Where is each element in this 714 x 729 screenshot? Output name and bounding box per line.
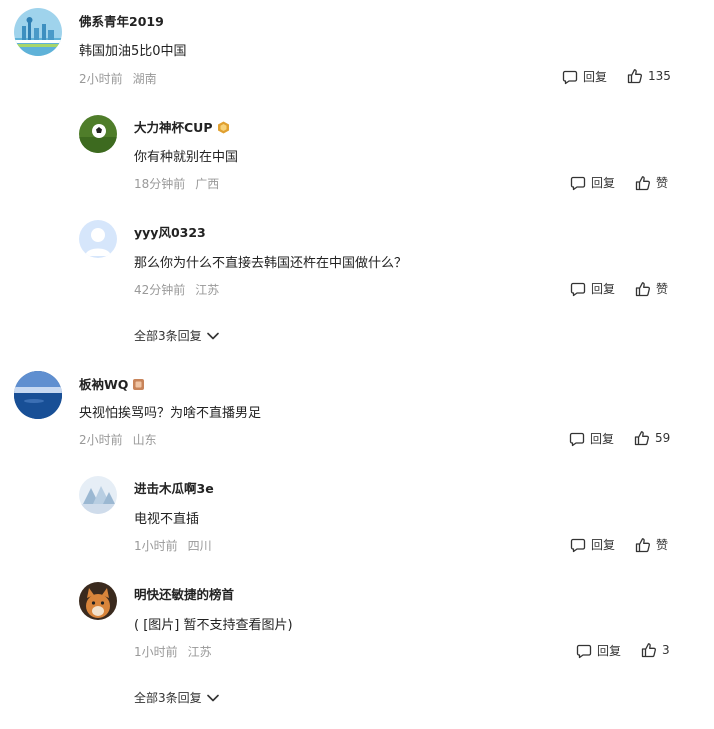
avatar[interactable] [14, 8, 62, 56]
reply-meta: 1小时前 四川 [134, 537, 212, 554]
reply-meta: 1小时前 江苏 [134, 643, 212, 660]
reply-text: ( [图片] 暂不支持查看图片) [134, 618, 293, 633]
reply-button[interactable]: 回复 [569, 430, 614, 447]
reply-bubble-icon [570, 175, 586, 191]
reply-label: 回复 [590, 432, 615, 446]
reply-location: 四川 [187, 539, 212, 553]
expand-replies-label: 全部3条回复 [134, 691, 202, 705]
comment-time: 2小时前 [79, 433, 123, 447]
comment-text: 韩国加油5比0中国 [79, 44, 187, 59]
reply-label: 回复 [591, 282, 616, 296]
reply-button[interactable]: 回复 [562, 68, 607, 85]
reply-author[interactable]: yyy风0323 [134, 222, 206, 241]
like-button[interactable]: 3 [641, 642, 670, 658]
reply-text: 电视不直插 [134, 512, 200, 527]
comment-text: 央视怕挨骂吗？为啥不直播男足 [79, 406, 262, 421]
comment-author[interactable]: 板衲WQ [79, 374, 145, 393]
like-button[interactable]: 59 [634, 430, 670, 446]
reply-bubble-icon [570, 537, 586, 553]
like-label: 赞 [656, 538, 669, 552]
reply-button[interactable]: 回复 [576, 642, 621, 659]
like-label: 赞 [656, 176, 669, 190]
city-skyline-avatar-image [14, 8, 62, 56]
expand-replies-link[interactable]: 全部3条回复 [134, 689, 219, 706]
reply-button[interactable]: 回复 [570, 280, 615, 297]
reply-time: 42分钟前 [134, 283, 186, 297]
like-count: 3 [662, 643, 670, 657]
like-count: 59 [655, 431, 671, 445]
avatar[interactable] [79, 582, 117, 620]
reply-time: 1小时前 [134, 539, 178, 553]
comment-meta: 2小时前 山东 [79, 431, 157, 448]
reply-button[interactable]: 回复 [570, 536, 615, 553]
like-count: 135 [648, 69, 671, 83]
thumbs-up-icon [635, 281, 651, 297]
like-button[interactable]: 赞 [635, 536, 668, 553]
comment-meta: 2小时前 湖南 [79, 70, 157, 87]
reply-location: 江苏 [187, 645, 212, 659]
reply-label: 回复 [591, 176, 616, 190]
comment-location: 山东 [132, 433, 157, 447]
default-user-avatar-image [79, 220, 117, 258]
comment-author[interactable]: 佛系青年2019 [79, 11, 164, 30]
snow-mountain-avatar-image [79, 476, 117, 514]
like-button[interactable]: 135 [627, 68, 671, 84]
soccer-ball-avatar-image [79, 115, 117, 153]
reply-bubble-icon [569, 431, 585, 447]
reply-time: 1小时前 [134, 645, 178, 659]
cat-avatar-image [79, 582, 117, 620]
reply-text: 你有种就别在中国 [134, 150, 239, 165]
thumbs-up-icon [635, 537, 651, 553]
reply-author-name: 大力神杯CUP [134, 120, 213, 135]
bronze-level-badge-icon [133, 379, 145, 390]
reply-button[interactable]: 回复 [570, 174, 615, 191]
reply-meta: 42分钟前 江苏 [134, 281, 219, 298]
thumbs-up-icon [635, 175, 651, 191]
like-button[interactable]: 赞 [635, 174, 668, 191]
reply-location: 广西 [195, 177, 220, 191]
avatar[interactable] [14, 371, 62, 419]
reply-label: 回复 [591, 538, 616, 552]
like-button[interactable]: 赞 [635, 280, 668, 297]
avatar[interactable] [79, 115, 117, 153]
like-label: 赞 [656, 282, 669, 296]
chevron-down-icon [207, 694, 219, 702]
expand-replies-label: 全部3条回复 [134, 329, 202, 343]
reply-time: 18分钟前 [134, 177, 186, 191]
reply-location: 江苏 [195, 283, 220, 297]
thumbs-up-icon [634, 430, 650, 446]
comment-location: 湖南 [132, 72, 157, 86]
avatar[interactable] [79, 220, 117, 258]
sea-horizon-avatar-image [14, 371, 62, 419]
comment-time: 2小时前 [79, 72, 123, 86]
reply-bubble-icon [576, 643, 592, 659]
chevron-down-icon [207, 332, 219, 340]
reply-bubble-icon [570, 281, 586, 297]
reply-bubble-icon [562, 69, 578, 85]
reply-meta: 18分钟前 广西 [134, 175, 219, 192]
reply-author[interactable]: 大力神杯CUP [134, 117, 230, 136]
reply-label: 回复 [583, 70, 608, 84]
thumbs-up-icon [627, 68, 643, 84]
expand-replies-link[interactable]: 全部3条回复 [134, 327, 219, 344]
avatar[interactable] [79, 476, 117, 514]
reply-label: 回复 [597, 644, 622, 658]
reply-text: 那么你为什么不直接去韩国还杵在中国做什么？ [134, 256, 408, 271]
comment-author-name: 板衲WQ [79, 377, 129, 392]
gold-level-badge-icon [217, 121, 229, 134]
reply-author[interactable]: 进击木瓜啊3e [134, 478, 214, 497]
thumbs-up-icon [641, 642, 657, 658]
reply-author[interactable]: 明快还敏捷的榜首 [134, 584, 234, 603]
